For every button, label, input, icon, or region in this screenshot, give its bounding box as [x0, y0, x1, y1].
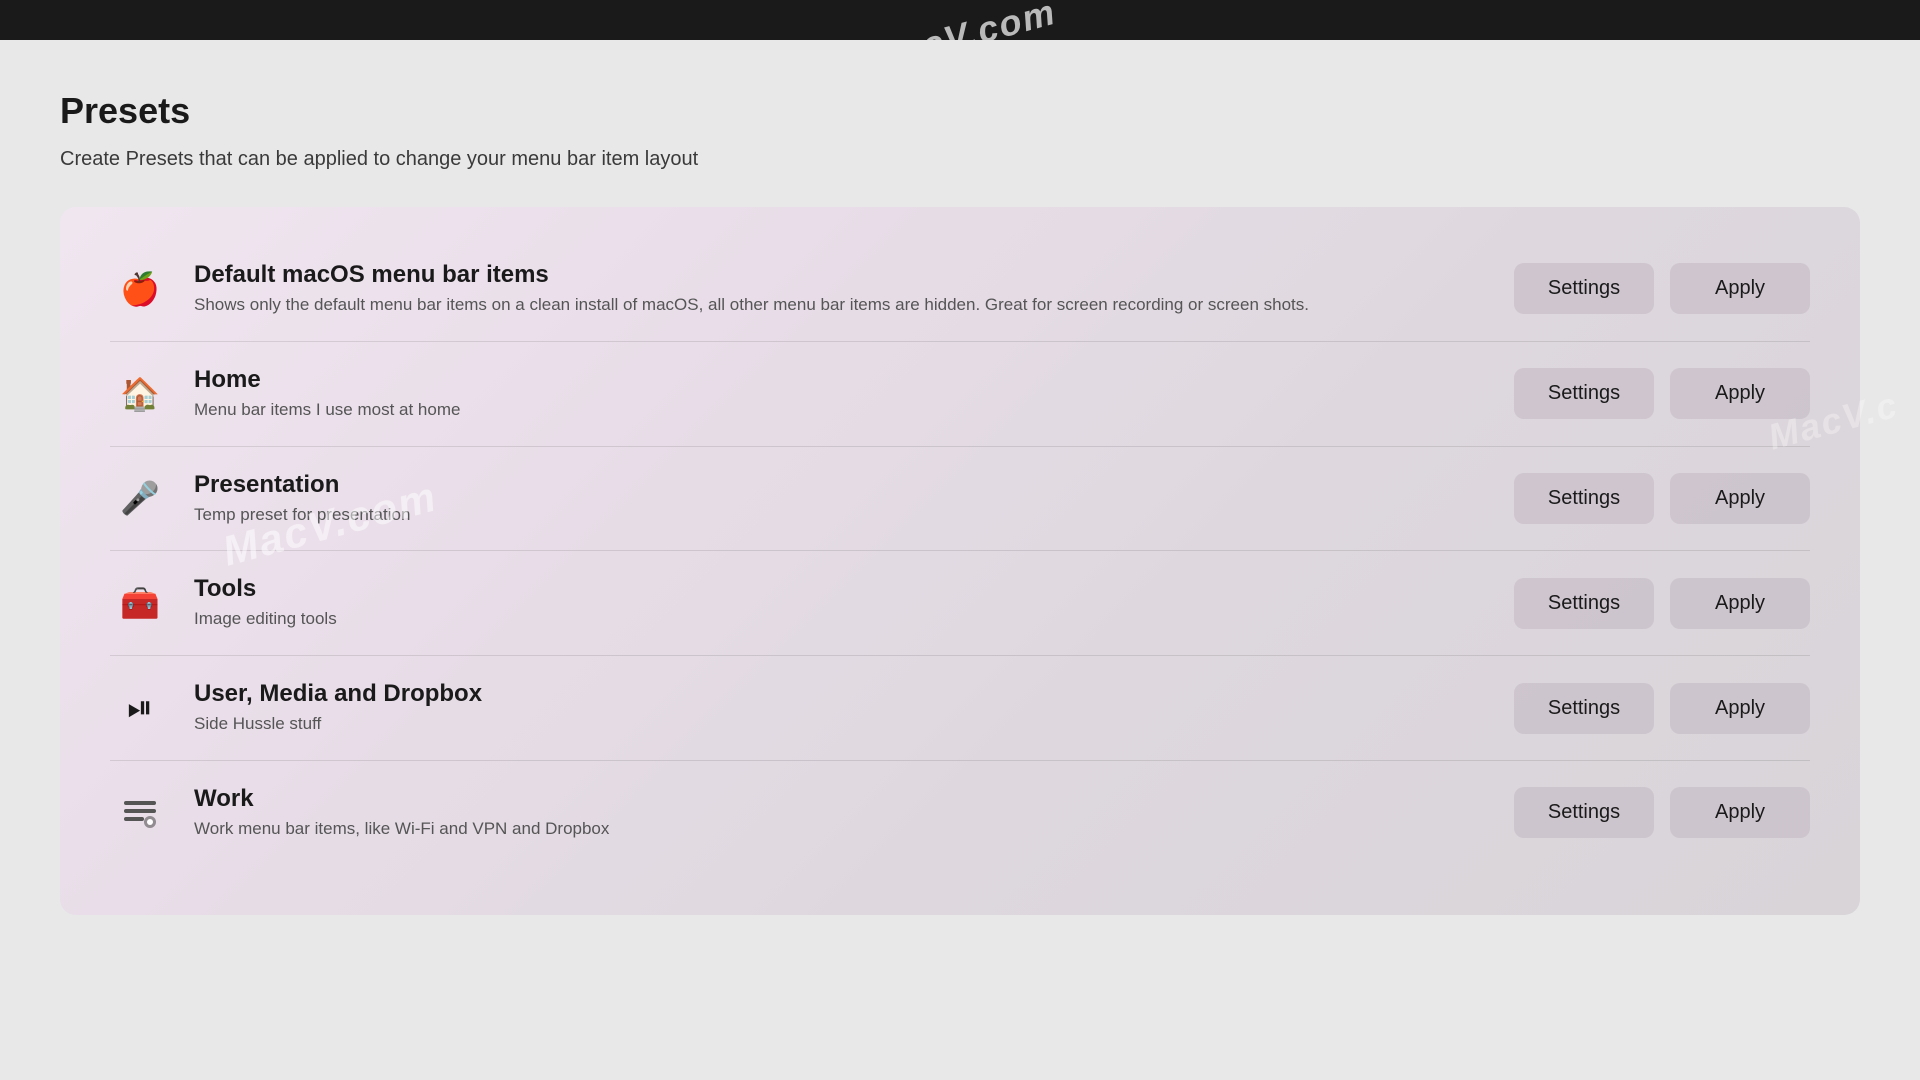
- preset-desc-work: Work menu bar items, like Wi-Fi and VPN …: [194, 817, 1490, 841]
- apply-button-work[interactable]: Apply: [1670, 787, 1810, 838]
- preset-info-home: Home Menu bar items I use most at home: [194, 366, 1490, 422]
- preset-row-user-media-dropbox: ⏯ User, Media and Dropbox Side Hussle st…: [110, 656, 1810, 761]
- apply-button-tools[interactable]: Apply: [1670, 578, 1810, 629]
- preset-icon-user-media-dropbox: ⏯: [110, 689, 170, 727]
- preset-row-tools: 🧰 Tools Image editing tools Settings App…: [110, 551, 1810, 656]
- page-container: MacV.com MacV.c Presets Create Presets t…: [0, 40, 1920, 975]
- preset-row-default-macos: 🍎 Default macOS menu bar items Shows onl…: [110, 237, 1810, 342]
- settings-button-tools[interactable]: Settings: [1514, 578, 1654, 629]
- page-title: Presets: [60, 90, 1860, 132]
- settings-button-home[interactable]: Settings: [1514, 368, 1654, 419]
- apply-button-user-media-dropbox[interactable]: Apply: [1670, 683, 1810, 734]
- preset-icon-work: [110, 795, 170, 831]
- preset-name-presentation: Presentation: [194, 471, 1490, 499]
- preset-icon-presentation: 🎤: [110, 479, 170, 517]
- preset-desc-presentation: Temp preset for presentation: [194, 503, 1490, 527]
- watermark-title: MacV.com: [866, 0, 1061, 40]
- preset-actions-tools: Settings Apply: [1514, 578, 1810, 629]
- preset-name-user-media-dropbox: User, Media and Dropbox: [194, 680, 1490, 708]
- apply-button-presentation[interactable]: Apply: [1670, 473, 1810, 524]
- preset-actions-default-macos: Settings Apply: [1514, 263, 1810, 314]
- preset-desc-home: Menu bar items I use most at home: [194, 398, 1490, 422]
- preset-info-default-macos: Default macOS menu bar items Shows only …: [194, 261, 1490, 317]
- preset-row-presentation: 🎤 Presentation Temp preset for presentat…: [110, 447, 1810, 552]
- preset-info-work: Work Work menu bar items, like Wi-Fi and…: [194, 785, 1490, 841]
- page-subtitle: Create Presets that can be applied to ch…: [60, 148, 1860, 171]
- settings-button-user-media-dropbox[interactable]: Settings: [1514, 683, 1654, 734]
- settings-button-default-macos[interactable]: Settings: [1514, 263, 1654, 314]
- preset-desc-user-media-dropbox: Side Hussle stuff: [194, 712, 1490, 736]
- preset-info-presentation: Presentation Temp preset for presentatio…: [194, 471, 1490, 527]
- preset-name-tools: Tools: [194, 575, 1490, 603]
- preset-desc-default-macos: Shows only the default menu bar items on…: [194, 293, 1490, 317]
- preset-actions-presentation: Settings Apply: [1514, 473, 1810, 524]
- settings-button-work[interactable]: Settings: [1514, 787, 1654, 838]
- apply-button-home[interactable]: Apply: [1670, 368, 1810, 419]
- preset-actions-work: Settings Apply: [1514, 787, 1810, 838]
- preset-actions-user-media-dropbox: Settings Apply: [1514, 683, 1810, 734]
- apply-button-default-macos[interactable]: Apply: [1670, 263, 1810, 314]
- preset-desc-tools: Image editing tools: [194, 607, 1490, 631]
- preset-name-home: Home: [194, 366, 1490, 394]
- preset-icon-home: 🏠: [110, 375, 170, 413]
- preset-name-work: Work: [194, 785, 1490, 813]
- preset-name-default-macos: Default macOS menu bar items: [194, 261, 1490, 289]
- presets-container: 🍎 Default macOS menu bar items Shows onl…: [60, 207, 1860, 915]
- preset-icon-tools: 🧰: [110, 584, 170, 622]
- preset-info-tools: Tools Image editing tools: [194, 575, 1490, 631]
- settings-button-presentation[interactable]: Settings: [1514, 473, 1654, 524]
- preset-actions-home: Settings Apply: [1514, 368, 1810, 419]
- top-bar: MacV.com: [0, 0, 1920, 40]
- preset-row-work: Work Work menu bar items, like Wi-Fi and…: [110, 761, 1810, 865]
- preset-row-home: 🏠 Home Menu bar items I use most at home…: [110, 342, 1810, 447]
- preset-icon-default-macos: 🍎: [110, 270, 170, 308]
- preset-info-user-media-dropbox: User, Media and Dropbox Side Hussle stuf…: [194, 680, 1490, 736]
